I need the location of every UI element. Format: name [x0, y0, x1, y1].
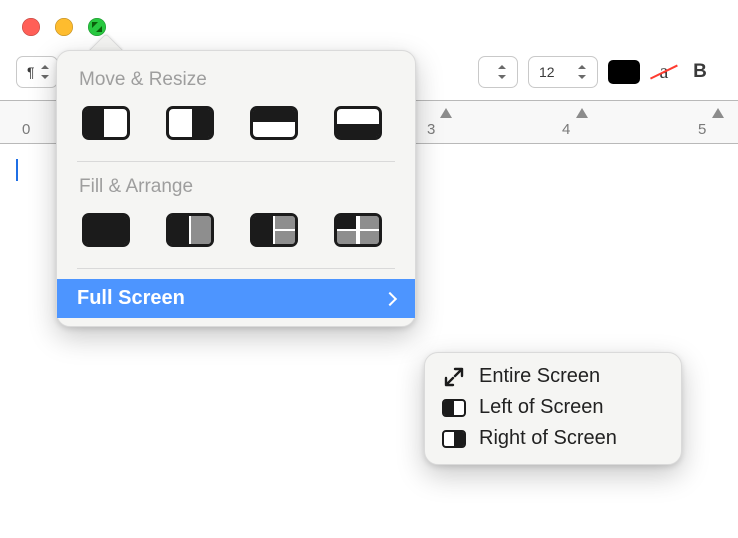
separator: [77, 161, 395, 162]
minimize-window-button[interactable]: [55, 18, 73, 36]
arrange-quarters[interactable]: [333, 210, 383, 250]
menu-item-left-of-screen[interactable]: Left of Screen: [435, 392, 671, 423]
full-screen-label: Full Screen: [77, 287, 185, 310]
fill-arrange-row: [57, 208, 415, 266]
font-size-value: 12: [539, 64, 555, 80]
ruler-mark: 0: [22, 121, 30, 138]
zoom-window-button[interactable]: [88, 18, 106, 36]
arrange-left-and-quarters[interactable]: [249, 210, 299, 250]
menu-item-label: Left of Screen: [479, 396, 604, 419]
text-cursor: [16, 159, 18, 181]
arrange-fill[interactable]: [81, 210, 131, 250]
font-popup[interactable]: [478, 56, 518, 88]
ruler-mark: 4: [562, 121, 570, 138]
ruler-indent-marker[interactable]: [576, 108, 588, 118]
menu-item-entire-screen[interactable]: Entire Screen: [435, 361, 671, 392]
full-screen-submenu: Entire Screen Left of Screen Right of Sc…: [424, 352, 682, 465]
full-screen-menu-item[interactable]: Full Screen: [57, 279, 415, 318]
bold-button[interactable]: B: [688, 61, 712, 83]
font-size-stepper[interactable]: 12: [528, 56, 598, 88]
section-title-move-resize: Move & Resize: [57, 65, 415, 101]
ruler-indent-marker[interactable]: [712, 108, 724, 118]
move-resize-row: [57, 101, 415, 159]
right-of-screen-icon: [441, 428, 467, 450]
clear-formatting-button[interactable]: a: [650, 59, 678, 85]
window-tiling-popover: Move & Resize Fill & Arrange: [56, 50, 416, 327]
ruler-indent-marker[interactable]: [440, 108, 452, 118]
arrange-left-focus[interactable]: [165, 210, 215, 250]
left-of-screen-icon: [441, 397, 467, 419]
menu-item-right-of-screen[interactable]: Right of Screen: [435, 423, 671, 454]
tile-top-half[interactable]: [249, 103, 299, 143]
menu-item-label: Right of Screen: [479, 427, 617, 450]
chevron-right-icon: [383, 291, 397, 305]
entire-screen-icon: [441, 366, 467, 388]
tile-bottom-half[interactable]: [333, 103, 383, 143]
tile-right-half[interactable]: [165, 103, 215, 143]
paragraph-style-popup[interactable]: ¶: [16, 56, 58, 88]
ruler-mark: 5: [698, 121, 706, 138]
ruler-mark: 3: [427, 121, 435, 138]
tile-left-half[interactable]: [81, 103, 131, 143]
section-title-fill-arrange: Fill & Arrange: [57, 172, 415, 208]
menu-item-label: Entire Screen: [479, 365, 600, 388]
separator: [77, 268, 395, 269]
document-window: ¶ 12 a B 0 3 4 5 Move & Resize Fill & Arran…: [0, 0, 738, 538]
window-controls: [22, 18, 106, 36]
text-color-swatch[interactable]: [608, 60, 640, 84]
close-window-button[interactable]: [22, 18, 40, 36]
